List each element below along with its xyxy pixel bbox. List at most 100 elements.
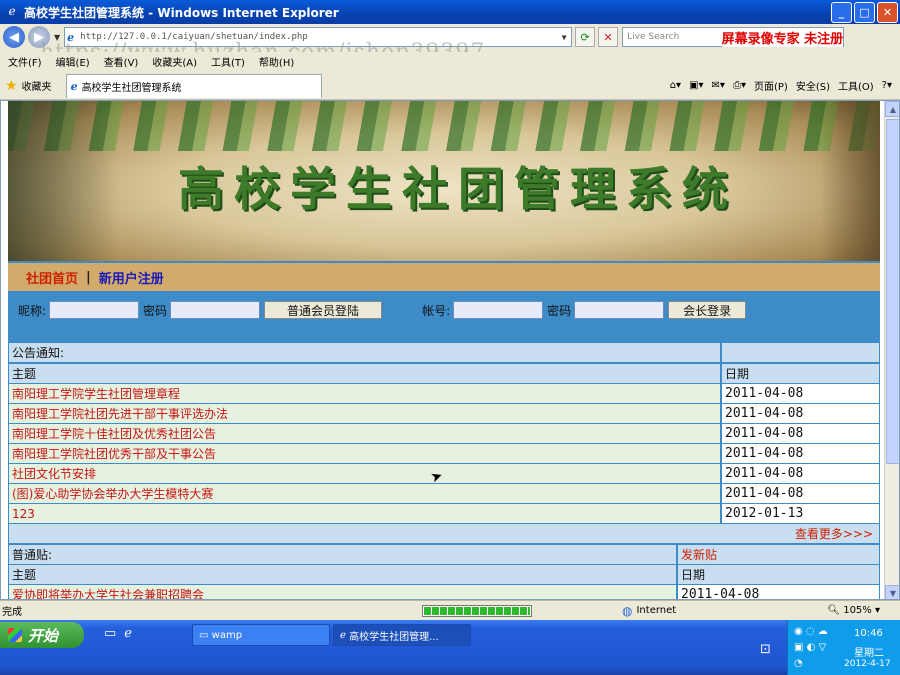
- notice-subject-link[interactable]: 社团文化节安排: [9, 464, 720, 483]
- notice-row: 123 2012-01-13: [9, 504, 879, 523]
- notice-subject-link[interactable]: 123: [9, 504, 720, 523]
- help-icon[interactable]: ?▾: [882, 80, 892, 91]
- posts-col-subject: 主题: [9, 565, 676, 584]
- ie-quicklaunch-icon[interactable]: ℯ: [124, 626, 132, 641]
- scroll-down-icon[interactable]: ▼: [885, 585, 899, 599]
- history-dropdown-icon[interactable]: ▼: [54, 33, 60, 42]
- maximize-button[interactable]: □: [854, 1, 875, 23]
- favorites-button[interactable]: ★ 收藏夹: [5, 78, 52, 94]
- view-more-link[interactable]: 查看更多>>>: [795, 525, 873, 542]
- nav-register-link[interactable]: 新用户注册: [99, 268, 164, 287]
- account-input[interactable]: [453, 301, 544, 319]
- leader-password-input[interactable]: [574, 301, 665, 319]
- site-banner: 高校学生社团管理系统: [8, 101, 880, 261]
- leader-login-button[interactable]: 会长登录: [668, 301, 747, 319]
- search-field[interactable]: Live Search 屏幕录像专家 未注册: [622, 27, 845, 47]
- new-post-link[interactable]: 发新贴: [681, 546, 717, 563]
- zoom-control[interactable]: 🔍︎ 105% ▾: [827, 605, 880, 616]
- banner-right-shade: [820, 101, 880, 261]
- notice-subject-link[interactable]: 南阳理工学院十佳社团及优秀社团公告: [9, 424, 720, 443]
- close-button[interactable]: ✕: [877, 1, 898, 23]
- posts-section-title: 普通贴:: [9, 545, 676, 564]
- security-zone: ◍ Internet: [622, 604, 676, 618]
- quick-launch: ▭ ℯ: [104, 626, 140, 641]
- forward-button[interactable]: ▶: [28, 26, 50, 48]
- banner-title: 高校学生社团管理系统: [178, 162, 738, 216]
- notice-subject-link[interactable]: 南阳理工学院学生社团管理章程: [9, 384, 720, 403]
- address-url[interactable]: http://127.0.0.1/caiyuan/shetuan/index.p…: [80, 32, 308, 42]
- menu-help[interactable]: 帮助(H): [259, 54, 294, 69]
- home-icon[interactable]: ⌂▾: [670, 80, 681, 91]
- zoom-level[interactable]: 105%: [843, 605, 872, 616]
- search-placeholder: Live Search: [627, 32, 680, 42]
- minimize-button[interactable]: _: [831, 1, 852, 23]
- show-desktop-icon[interactable]: ▭: [104, 626, 116, 641]
- ie-icon: ℯ: [8, 4, 16, 18]
- taskbar-item-wamp[interactable]: ▭ wamp: [192, 624, 330, 646]
- account-label: 帐号:: [422, 303, 451, 318]
- zoom-dropdown-icon[interactable]: ▾: [872, 605, 880, 616]
- nav-home-link[interactable]: 社团首页: [26, 268, 78, 287]
- clock-date: 2012-4-17: [844, 659, 891, 669]
- window-title: 高校学生社团管理系统 - Windows Internet Explorer: [24, 5, 339, 20]
- post-date: 2011-04-08: [678, 585, 879, 599]
- feeds-icon[interactable]: ▣▾: [689, 80, 703, 91]
- globe-icon: ◍: [622, 603, 633, 618]
- post-subject-link[interactable]: 爱协即将举办大学生社会兼职招聘会: [9, 585, 676, 599]
- notice-row: 南阳理工学院社团先进干部干事评选办法 2011-04-08: [9, 404, 879, 423]
- command-bar: ⌂▾ ▣▾ ✉▾ ⎙▾ 页面(P) 安全(S) 工具(O) ?▾: [670, 78, 900, 93]
- vertical-scrollbar[interactable]: ▲ ▼: [884, 101, 899, 599]
- stop-icon[interactable]: ✕: [598, 27, 619, 47]
- print-icon[interactable]: ⎙▾: [733, 80, 746, 91]
- taskbar-item-wamp-label: wamp: [211, 629, 243, 641]
- zoom-icon: 🔍︎: [827, 605, 844, 616]
- password-input[interactable]: [170, 301, 261, 319]
- start-button[interactable]: 开始: [0, 622, 84, 648]
- mail-icon[interactable]: ✉▾: [712, 80, 725, 91]
- notice-subject-link[interactable]: 南阳理工学院社团先进干部干事评选办法: [9, 404, 720, 423]
- safety-menu[interactable]: 安全(S): [796, 78, 830, 93]
- notice-subject-link[interactable]: (图)爱心助学协会举办大学生模特大赛: [9, 484, 720, 503]
- language-bar-icon[interactable]: ⊡: [760, 642, 771, 657]
- browser-viewport: 高校学生社团管理系统 社团首页 | 新用户注册 昵称: 密码 普通会员登陆 帐号…: [0, 100, 900, 600]
- address-field[interactable]: ℯ http://127.0.0.1/caiyuan/shetuan/index…: [64, 27, 573, 47]
- notice-section-title: 公告通知:: [9, 343, 720, 362]
- ie-task-icon: ℯ: [340, 629, 350, 641]
- menu-view[interactable]: 查看(V): [104, 54, 139, 69]
- tray-network-icon[interactable]: ◉ ◌ ☁: [794, 626, 828, 637]
- tray-update-icon[interactable]: ◔: [794, 658, 803, 669]
- notice-row: 南阳理工学院十佳社团及优秀社团公告 2011-04-08: [9, 424, 879, 443]
- load-progress: [422, 604, 532, 617]
- post-row: 爱协即将举办大学生社会兼职招聘会 2011-04-08: [9, 585, 879, 599]
- browser-tab[interactable]: ℯ 高校学生社团管理系统: [65, 73, 322, 98]
- address-dropdown-icon[interactable]: ▼: [557, 28, 571, 46]
- tray-volume-icon[interactable]: ▣ ◐ ▽: [794, 642, 826, 653]
- nickname-input[interactable]: [49, 301, 140, 319]
- taskbar-item-browser[interactable]: ℯ 高校学生社团管理...: [333, 624, 471, 646]
- back-button[interactable]: ◀: [3, 26, 25, 48]
- title-bar: ℯ 高校学生社团管理系统 - Windows Internet Explorer…: [0, 0, 900, 24]
- notice-date: 2011-04-08: [722, 384, 879, 403]
- page-menu[interactable]: 页面(P): [754, 78, 788, 93]
- scroll-up-icon[interactable]: ▲: [885, 101, 899, 117]
- taskbar: 开始 ▭ ℯ ▭ wamp ℯ 高校学生社团管理... ⊡ ◉ ◌ ☁ ▣ ◐ …: [0, 620, 900, 675]
- site-nav: 社团首页 | 新用户注册: [8, 263, 880, 291]
- scroll-thumb[interactable]: [886, 119, 899, 464]
- menu-bar: 文件(F) 编辑(E) 查看(V) 收藏夹(A) 工具(T) 帮助(H): [0, 52, 900, 70]
- menu-edit[interactable]: 编辑(E): [56, 54, 90, 69]
- notice-date: 2011-04-08: [722, 444, 879, 463]
- status-text: 完成: [2, 607, 22, 618]
- clock-time[interactable]: 10:46: [854, 628, 883, 639]
- menu-favorites[interactable]: 收藏夹(A): [152, 54, 197, 69]
- favorites-bar: ★ 收藏夹 ℯ 高校学生社团管理系统 ⌂▾ ▣▾ ✉▾ ⎙▾ 页面(P) 安全(…: [0, 72, 900, 100]
- refresh-icon[interactable]: ⟳: [575, 27, 596, 47]
- notice-subject-link[interactable]: 南阳理工学院社团优秀干部及干事公告: [9, 444, 720, 463]
- notice-more-cell: 查看更多>>>: [9, 524, 879, 543]
- member-login-button[interactable]: 普通会员登陆: [264, 301, 383, 319]
- posts-col-date: 日期: [678, 565, 879, 584]
- tools-menu[interactable]: 工具(O): [838, 78, 874, 93]
- zone-label: Internet: [636, 605, 677, 616]
- menu-file[interactable]: 文件(F): [8, 54, 42, 69]
- address-toolbar: ◀ ▶ ▼ ℯ http://127.0.0.1/caiyuan/shetuan…: [0, 24, 900, 50]
- menu-tools[interactable]: 工具(T): [211, 54, 245, 69]
